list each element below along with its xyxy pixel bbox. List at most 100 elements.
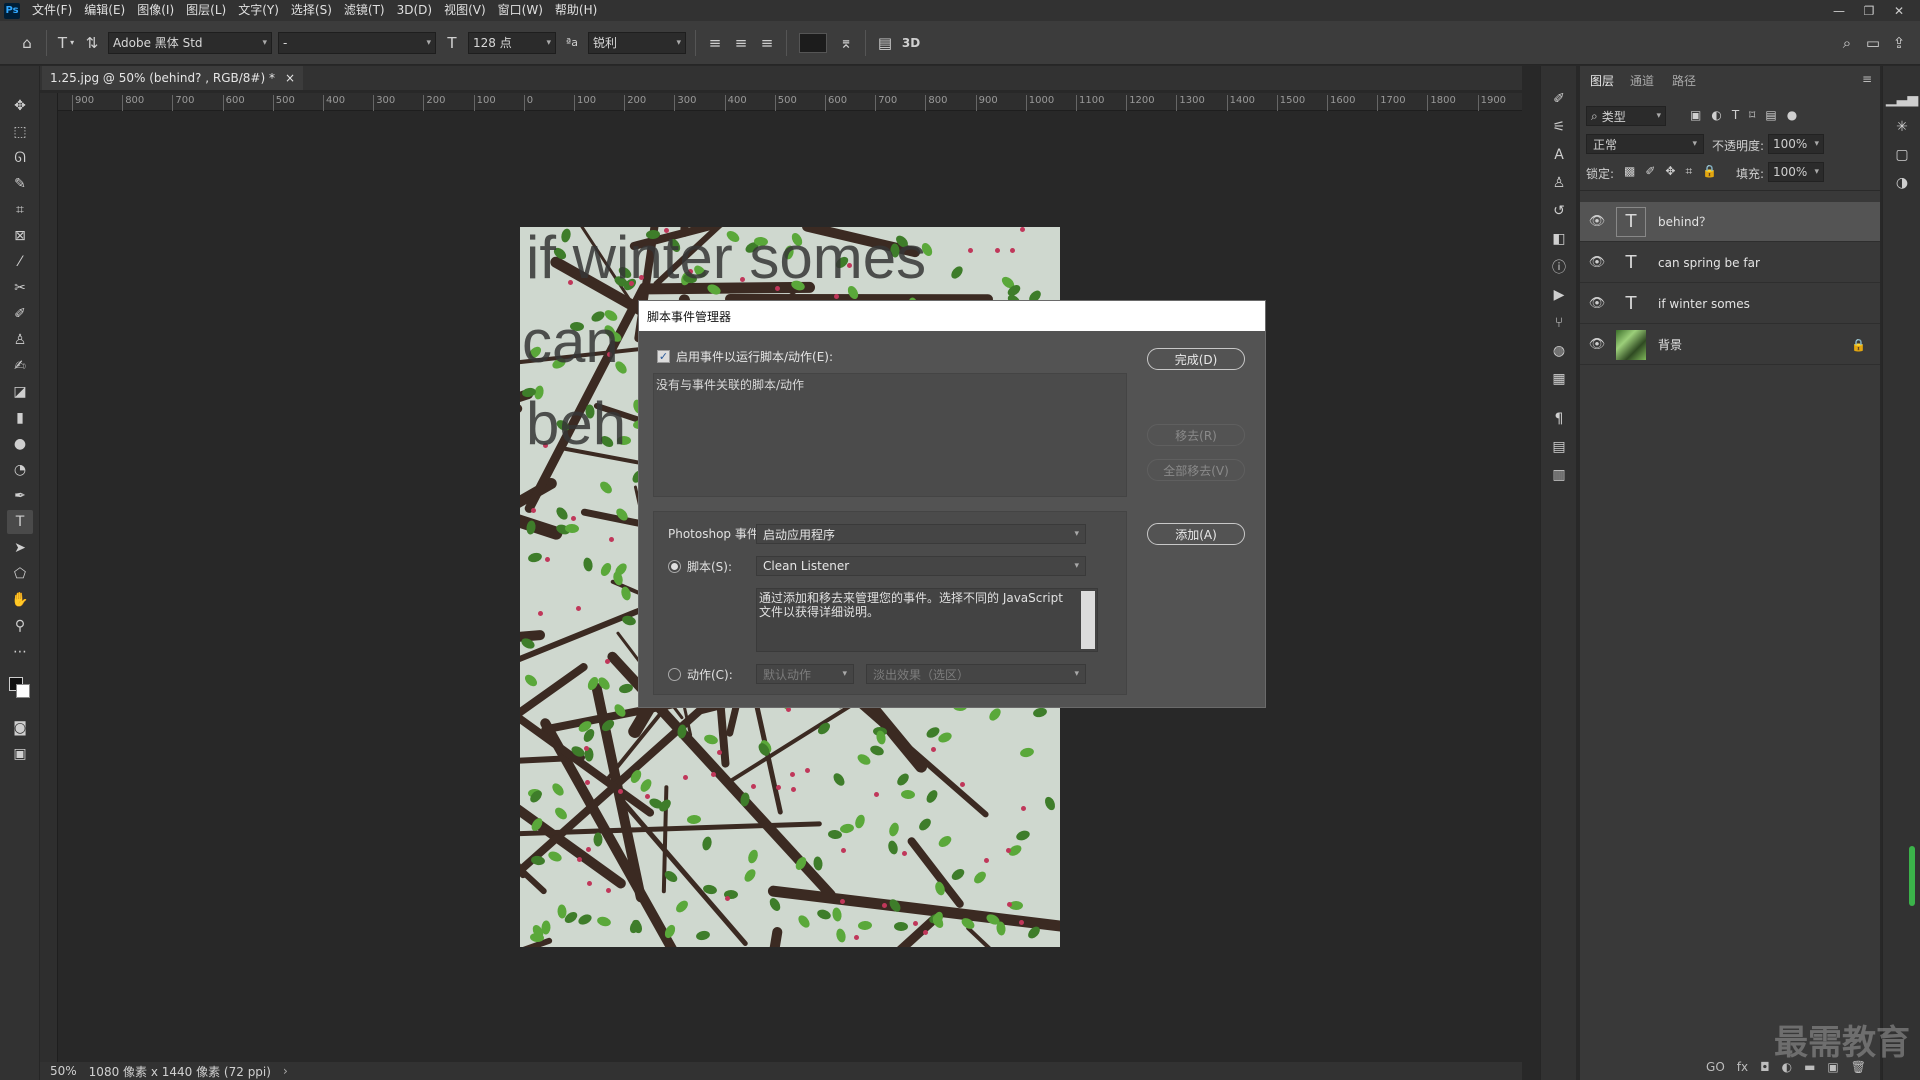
minimize-icon[interactable]: — [1824,0,1854,21]
navigator-icon[interactable]: ✳ [1890,116,1914,138]
share-icon[interactable]: ⇪ [1886,30,1912,56]
script-select[interactable]: Clean Listener ▾ [756,556,1086,576]
tab-paths[interactable]: 路径 [1672,66,1696,94]
layer-filter-select[interactable]: ⌕ 类型 ▾ [1586,106,1666,126]
quick-select-tool-icon[interactable]: ✎ [7,172,33,196]
align-left-icon[interactable]: ≡ [702,30,728,56]
action-set-select[interactable]: 默认动作 ▾ [756,664,854,684]
swatches-icon[interactable]: ◑ [1890,172,1914,194]
eye-icon[interactable]: 👁 [1586,214,1608,229]
menu-edit[interactable]: 编辑(E) [78,0,131,21]
lock-transparent-icon[interactable]: ▩ [1624,164,1635,179]
adjustments-icon[interactable]: ⚟ [1547,116,1571,138]
done-button[interactable]: 完成(D) [1147,348,1245,370]
align-center-icon[interactable]: ≡ [728,30,754,56]
3d-button[interactable]: 3D [898,30,924,56]
lock-position-icon[interactable]: ✥ [1665,164,1675,179]
tab-layers[interactable]: 图层 [1590,66,1614,94]
filter-adjustment-icon[interactable]: ◐ [1711,108,1721,122]
filter-toggle-icon[interactable]: ● [1787,108,1797,122]
document-tab[interactable]: 1.25.jpg @ 50% (behind? , RGB/8#) * × [42,66,304,90]
brush-tool-icon[interactable]: ✐ [7,302,33,326]
menu-file[interactable]: 文件(F) [26,0,78,21]
brush-settings-icon[interactable]: ✐ [1547,88,1571,110]
layer-row[interactable]: 👁 背景 🔒 [1580,325,1880,365]
histogram-icon[interactable]: ▁▃▅ [1886,88,1918,110]
eraser-tool-icon[interactable]: ◪ [7,380,33,404]
paths-icon[interactable]: ⑂ [1547,312,1571,334]
search-icon[interactable]: ⌕ [1834,30,1860,56]
filter-shape-icon[interactable]: ⌑ [1749,108,1755,122]
close-window-icon[interactable]: ✕ [1884,0,1914,21]
panel-menu-icon[interactable]: ≡ [1862,72,1872,86]
crop-tool-icon[interactable]: ⌗ [7,198,33,222]
add-mask-icon[interactable]: ◘ [1760,1060,1770,1074]
screen-mode-icon[interactable]: ▣ [7,742,33,766]
color-icon[interactable]: ◧ [1547,228,1571,250]
eye-icon[interactable]: 👁 [1586,337,1608,352]
document-info[interactable]: 1080 像素 x 1440 像素 (72 ppi) [89,1063,271,1080]
notes-icon[interactable]: ▥ [1547,464,1571,486]
align-right-icon[interactable]: ≡ [754,30,780,56]
timeline-icon[interactable]: ▦ [1547,368,1571,390]
tab-channels[interactable]: 通道 [1630,66,1654,94]
actions-icon[interactable]: ▶ [1547,284,1571,306]
menu-window[interactable]: 窗口(W) [492,0,549,21]
menu-select[interactable]: 选择(S) [285,0,338,21]
event-select[interactable]: 启动应用程序 ▾ [756,524,1086,544]
remove-all-button[interactable]: 全部移去(V) [1147,459,1245,481]
add-button[interactable]: 添加(A) [1147,523,1245,545]
anti-alias-select[interactable]: 锐利 ▾ [588,31,686,54]
scroll-indicator[interactable] [1909,846,1915,906]
3d-icon[interactable]: ◍ [1547,340,1571,362]
clone-source-icon[interactable]: ♙ [1547,172,1571,194]
menu-layer[interactable]: 图层(L) [180,0,232,21]
eye-icon[interactable]: 👁 [1586,255,1608,270]
action-select[interactable]: 淡出效果（选区） ▾ [866,664,1086,684]
toggle-text-orientation-icon[interactable]: ⇅ [79,30,105,56]
glyphs-icon[interactable]: ▤ [1547,436,1571,458]
fx-icon[interactable]: fx [1737,1060,1748,1074]
home-icon[interactable]: ⌂ [14,30,40,56]
close-tab-icon[interactable]: × [285,71,295,85]
dodge-tool-icon[interactable]: ◔ [7,458,33,482]
font-style-select[interactable]: - ▾ [278,31,436,54]
frame-tool-icon[interactable]: ⊠ [7,224,33,248]
font-size-select[interactable]: 128 点 ▾ [468,31,556,54]
restore-icon[interactable]: ❐ [1854,0,1884,21]
color-swatches-icon[interactable] [7,676,33,700]
opacity-input[interactable]: 100% ▾ [1768,134,1824,154]
text-color-swatch[interactable] [799,32,827,53]
workspace-icon[interactable]: ▭ [1860,30,1886,56]
info-icon[interactable]: ⓘ [1547,256,1571,278]
blend-mode-select[interactable]: 正常 ▾ [1586,134,1704,154]
font-family-select[interactable]: Adobe 黑体 Std ▾ [108,31,272,54]
zoom-level[interactable]: 50% [50,1064,77,1078]
paragraph-icon[interactable]: ¶ [1547,408,1571,430]
eye-icon[interactable]: 👁 [1586,296,1608,311]
history-brush-tool-icon[interactable]: ✍ [7,354,33,378]
move-tool-icon[interactable]: ✥ [7,94,33,118]
libraries-icon[interactable]: ▢ [1890,144,1914,166]
menu-filter[interactable]: 滤镜(T) [338,0,391,21]
path-select-tool-icon[interactable]: ➤ [7,536,33,560]
eyedropper-tool-icon[interactable]: ⁄ [7,250,33,274]
layer-row[interactable]: 👁 T if winter somes [1580,284,1880,324]
marquee-tool-icon[interactable]: ⬚ [7,120,33,144]
layer-row[interactable]: 👁 T behind？ [1580,202,1880,242]
remove-button[interactable]: 移去(R) [1147,424,1245,446]
gradient-tool-icon[interactable]: ▮ [7,406,33,430]
warp-text-icon[interactable]: ⌆ [833,30,859,56]
healing-tool-icon[interactable]: ✂ [7,276,33,300]
menu-view[interactable]: 视图(V) [438,0,492,21]
hand-tool-icon[interactable]: ✋ [7,588,33,612]
more-tools-icon[interactable]: ⋯ [7,640,33,664]
filter-pixel-icon[interactable]: ▣ [1690,108,1701,122]
type-tool-preset-icon[interactable]: T ▾ [53,30,79,56]
history-icon[interactable]: ↺ [1547,200,1571,222]
link-layers-icon[interactable]: GO [1706,1060,1725,1074]
menu-3d[interactable]: 3D(D) [391,0,438,21]
blur-tool-icon[interactable]: ● [7,432,33,456]
menu-help[interactable]: 帮助(H) [549,0,603,21]
zoom-tool-icon[interactable]: ⚲ [7,614,33,638]
